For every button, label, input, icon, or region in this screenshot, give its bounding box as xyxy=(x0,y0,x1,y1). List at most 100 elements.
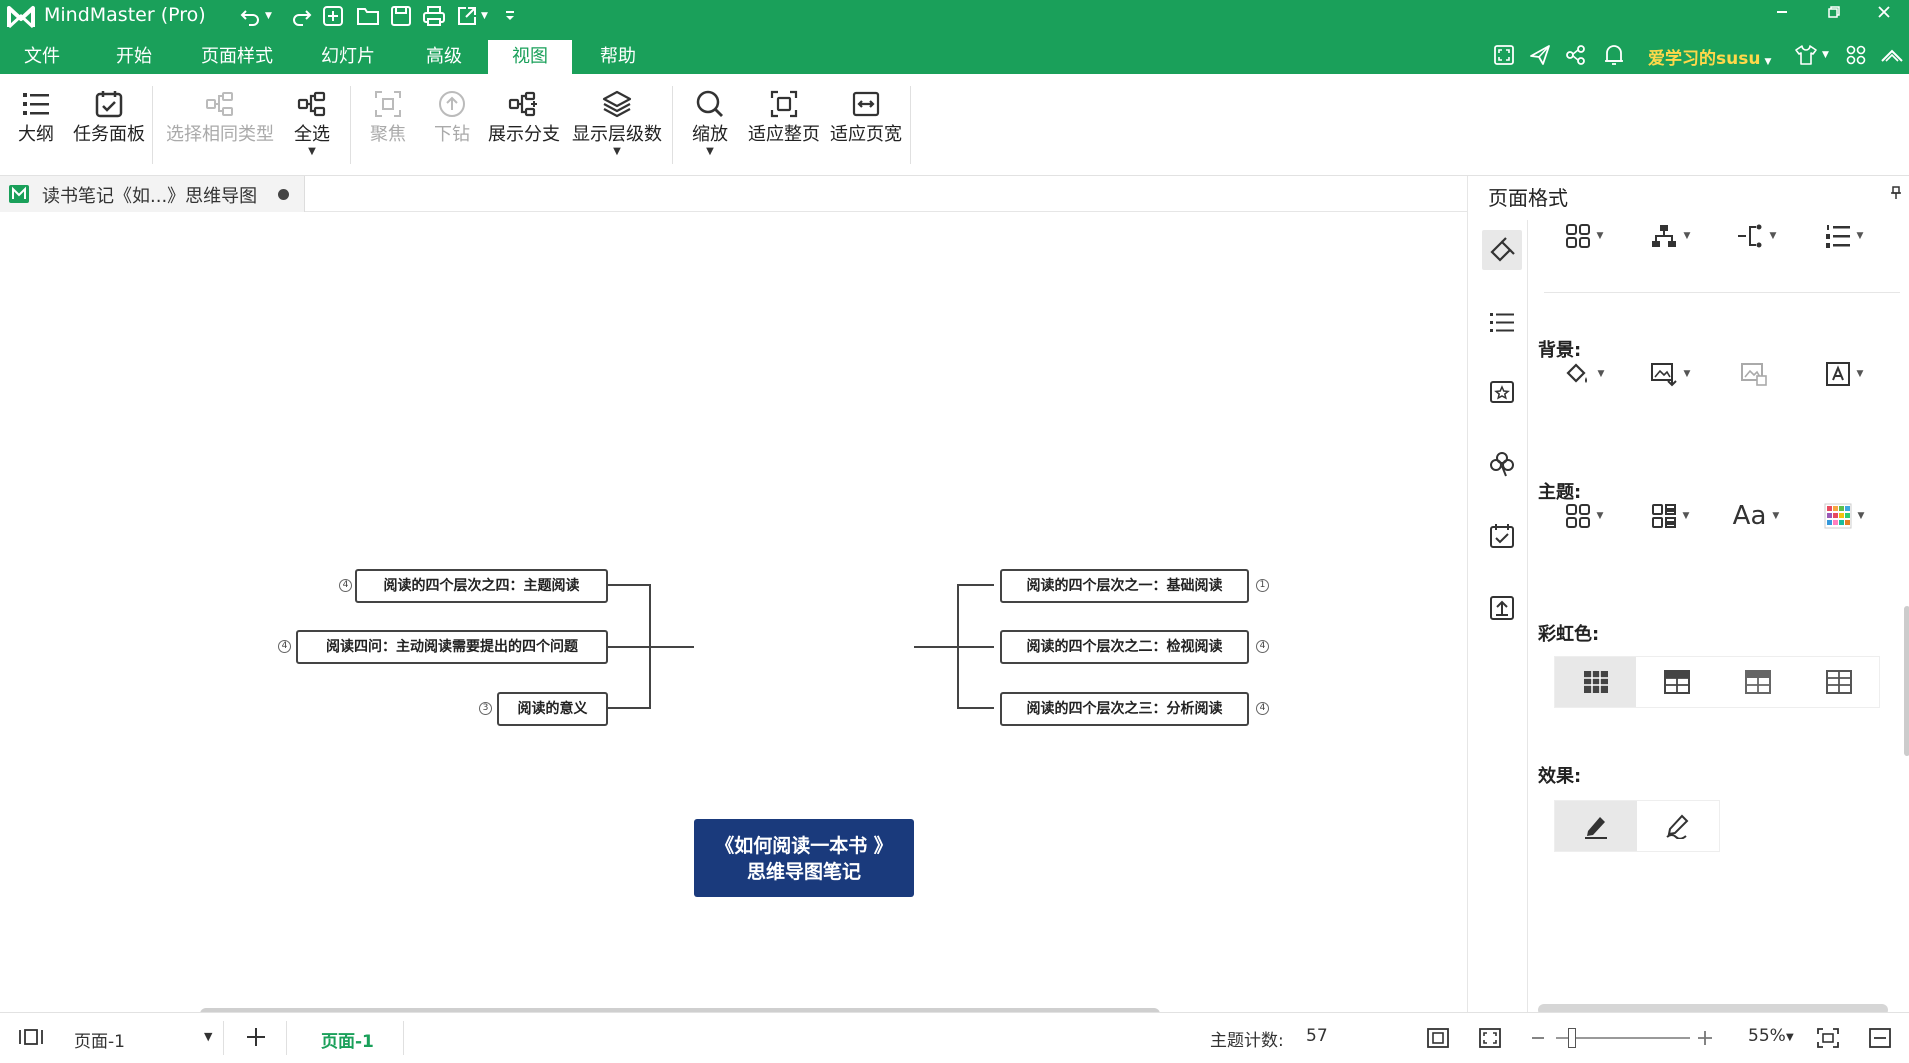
page-select-dropdown[interactable]: 页面-1 ▼ xyxy=(64,1021,224,1055)
topic-count-badge[interactable]: 4 xyxy=(1256,702,1269,715)
fullscreen-status-icon[interactable] xyxy=(1478,1027,1502,1049)
minimize-button[interactable] xyxy=(1762,0,1802,24)
layout-grid-button[interactable]: ▼ xyxy=(1554,216,1614,256)
topic-node[interactable]: 阅读四问：主动阅读需要提出的四个问题 xyxy=(296,630,608,664)
topic-node[interactable]: 阅读的意义 xyxy=(497,692,608,726)
share-icon[interactable] xyxy=(1562,42,1590,68)
save-button[interactable] xyxy=(390,4,412,28)
fit-window-icon[interactable] xyxy=(1816,1027,1840,1049)
theme-grid-icon xyxy=(1565,504,1590,528)
topic-count-badge[interactable]: 1 xyxy=(1256,579,1269,592)
structure-button[interactable]: ▼ xyxy=(1640,216,1700,256)
connector-style-button[interactable]: ▼ xyxy=(1726,216,1786,256)
expand-branch-button[interactable]: 展示分支 xyxy=(486,86,562,148)
select-all-button[interactable]: 全选 ▼ xyxy=(288,86,336,157)
outline-list-icon[interactable] xyxy=(1482,302,1522,342)
menu-slideshow[interactable]: 幻灯片 xyxy=(312,40,384,74)
zoom-in-button[interactable] xyxy=(1696,1027,1714,1049)
select-same-icon xyxy=(205,86,235,122)
bell-icon[interactable] xyxy=(1600,42,1628,68)
collapse-ribbon-icon[interactable] xyxy=(1878,42,1906,68)
rainbow-option-1[interactable] xyxy=(1555,657,1636,707)
menu-page-style[interactable]: 页面样式 xyxy=(192,40,282,74)
fit-page-button[interactable]: 适应整页 xyxy=(746,86,822,148)
shirt-icon[interactable] xyxy=(1792,42,1820,68)
topic-count-badge[interactable]: 4 xyxy=(278,640,291,653)
rainbow-option-4[interactable] xyxy=(1798,657,1879,707)
fit-page-status-icon[interactable] xyxy=(1426,1027,1450,1049)
close-window-button[interactable] xyxy=(1864,0,1904,24)
format-brush-icon[interactable] xyxy=(1482,230,1522,270)
background-image-button[interactable]: ▼ xyxy=(1640,354,1700,394)
branch-connector-icon xyxy=(1737,224,1762,248)
apps-grid-icon[interactable] xyxy=(1842,42,1870,68)
drill-down-button[interactable]: 下钻 xyxy=(428,86,476,148)
task-calendar-icon[interactable] xyxy=(1482,516,1522,556)
unsaved-dot-icon[interactable] xyxy=(278,189,289,200)
zoom-button[interactable]: 缩放 ▼ xyxy=(686,86,734,157)
rainbow-option-2[interactable] xyxy=(1636,657,1717,707)
fit-page-label: 适应整页 xyxy=(748,124,820,145)
send-icon[interactable] xyxy=(1526,42,1554,68)
topic-node[interactable]: 阅读的四个层次之一：基础阅读 xyxy=(1000,569,1249,603)
zoom-slider-thumb[interactable] xyxy=(1568,1028,1576,1048)
open-folder-button[interactable] xyxy=(356,4,380,28)
redo-button[interactable] xyxy=(290,4,312,28)
panel-vertical-scrollbar-thumb[interactable] xyxy=(1904,606,1909,756)
restore-button[interactable] xyxy=(1814,0,1854,24)
zoom-level-value[interactable]: 55% xyxy=(1748,1026,1786,1046)
zoom-out-button[interactable] xyxy=(1530,1027,1546,1049)
chevron-down-icon[interactable]: ▼ xyxy=(1786,1032,1794,1043)
fit-width-icon xyxy=(851,86,881,122)
topic-count-badge[interactable]: 3 xyxy=(479,702,492,715)
menu-start[interactable]: 开始 xyxy=(104,40,164,74)
topic-node[interactable]: 阅读的四个层次之三：分析阅读 xyxy=(1000,692,1249,726)
badge-star-icon[interactable] xyxy=(1482,372,1522,412)
fullscreen-icon[interactable] xyxy=(1490,42,1518,68)
pen-icon xyxy=(1585,817,1607,839)
select-same-type-button[interactable]: 选择相同类型 xyxy=(164,86,276,148)
topic-count-badge[interactable]: 4 xyxy=(1256,640,1269,653)
topic-node[interactable]: 阅读的四个层次之二：检视阅读 xyxy=(1000,630,1249,664)
menu-file[interactable]: 文件 xyxy=(14,40,70,74)
print-button[interactable] xyxy=(422,4,446,28)
numbering-button[interactable]: ▼ xyxy=(1814,216,1874,256)
menu-advanced[interactable]: 高级 xyxy=(416,40,472,74)
status-bar: 页面-1 ▼ 页面-1 主题计数: 57 55% ▼ xyxy=(0,1012,1909,1063)
collapse-panel-icon[interactable] xyxy=(1868,1027,1892,1049)
document-tab[interactable]: 读书笔记《如...》思维导图 xyxy=(0,176,305,212)
fit-width-button[interactable]: 适应页宽 xyxy=(828,86,904,148)
font-button[interactable]: Aa ▼ xyxy=(1726,496,1786,536)
focus-button[interactable]: 聚焦 xyxy=(364,86,412,148)
export-button[interactable]: ▼ xyxy=(456,4,488,28)
pin-icon[interactable] xyxy=(1890,186,1902,200)
export-upload-icon[interactable] xyxy=(1482,588,1522,628)
mindmap-canvas[interactable]: 阅读的四个层次之四：主题阅读 4 阅读四问：主动阅读需要提出的四个问题 4 阅读… xyxy=(0,212,1467,1020)
remove-background-image-button[interactable] xyxy=(1724,354,1784,394)
effect-normal-option[interactable] xyxy=(1555,801,1637,851)
new-file-button[interactable] xyxy=(322,4,344,28)
topic-node[interactable]: 阅读的四个层次之四：主题阅读 xyxy=(355,569,608,603)
customize-quick-access-button[interactable] xyxy=(504,4,516,28)
effect-handdrawn-option[interactable] xyxy=(1637,801,1719,851)
clover-icon[interactable] xyxy=(1482,444,1522,484)
topic-count-badge[interactable]: 4 xyxy=(339,579,352,592)
central-topic[interactable]: 《如何阅读一本书 》 思维导图笔记 xyxy=(694,819,914,897)
theme-style-button[interactable]: ▼ xyxy=(1640,496,1700,536)
undo-button[interactable]: ▼ xyxy=(240,4,272,28)
page-tab-active[interactable]: 页面-1 xyxy=(286,1021,404,1055)
zoom-slider-track[interactable] xyxy=(1556,1037,1690,1039)
task-panel-button[interactable]: 任务面板 xyxy=(72,86,146,148)
page-panel-toggle-icon[interactable] xyxy=(18,1027,44,1047)
theme-button[interactable]: ▼ xyxy=(1554,496,1614,536)
show-levels-button[interactable]: 显示层级数 ▼ xyxy=(568,86,666,157)
fill-color-button[interactable]: ▼ xyxy=(1554,354,1614,394)
outline-button[interactable]: 大纲 xyxy=(14,86,58,148)
watermark-button[interactable]: ▼ xyxy=(1814,354,1874,394)
rainbow-option-3[interactable] xyxy=(1717,657,1798,707)
add-page-button[interactable] xyxy=(244,1025,268,1049)
menu-view[interactable]: 视图 xyxy=(488,40,572,74)
color-scheme-button[interactable]: ▼ xyxy=(1814,496,1874,536)
menu-help[interactable]: 帮助 xyxy=(588,40,648,74)
user-name-button[interactable]: 爱学习的susu ▼ xyxy=(1648,44,1771,69)
